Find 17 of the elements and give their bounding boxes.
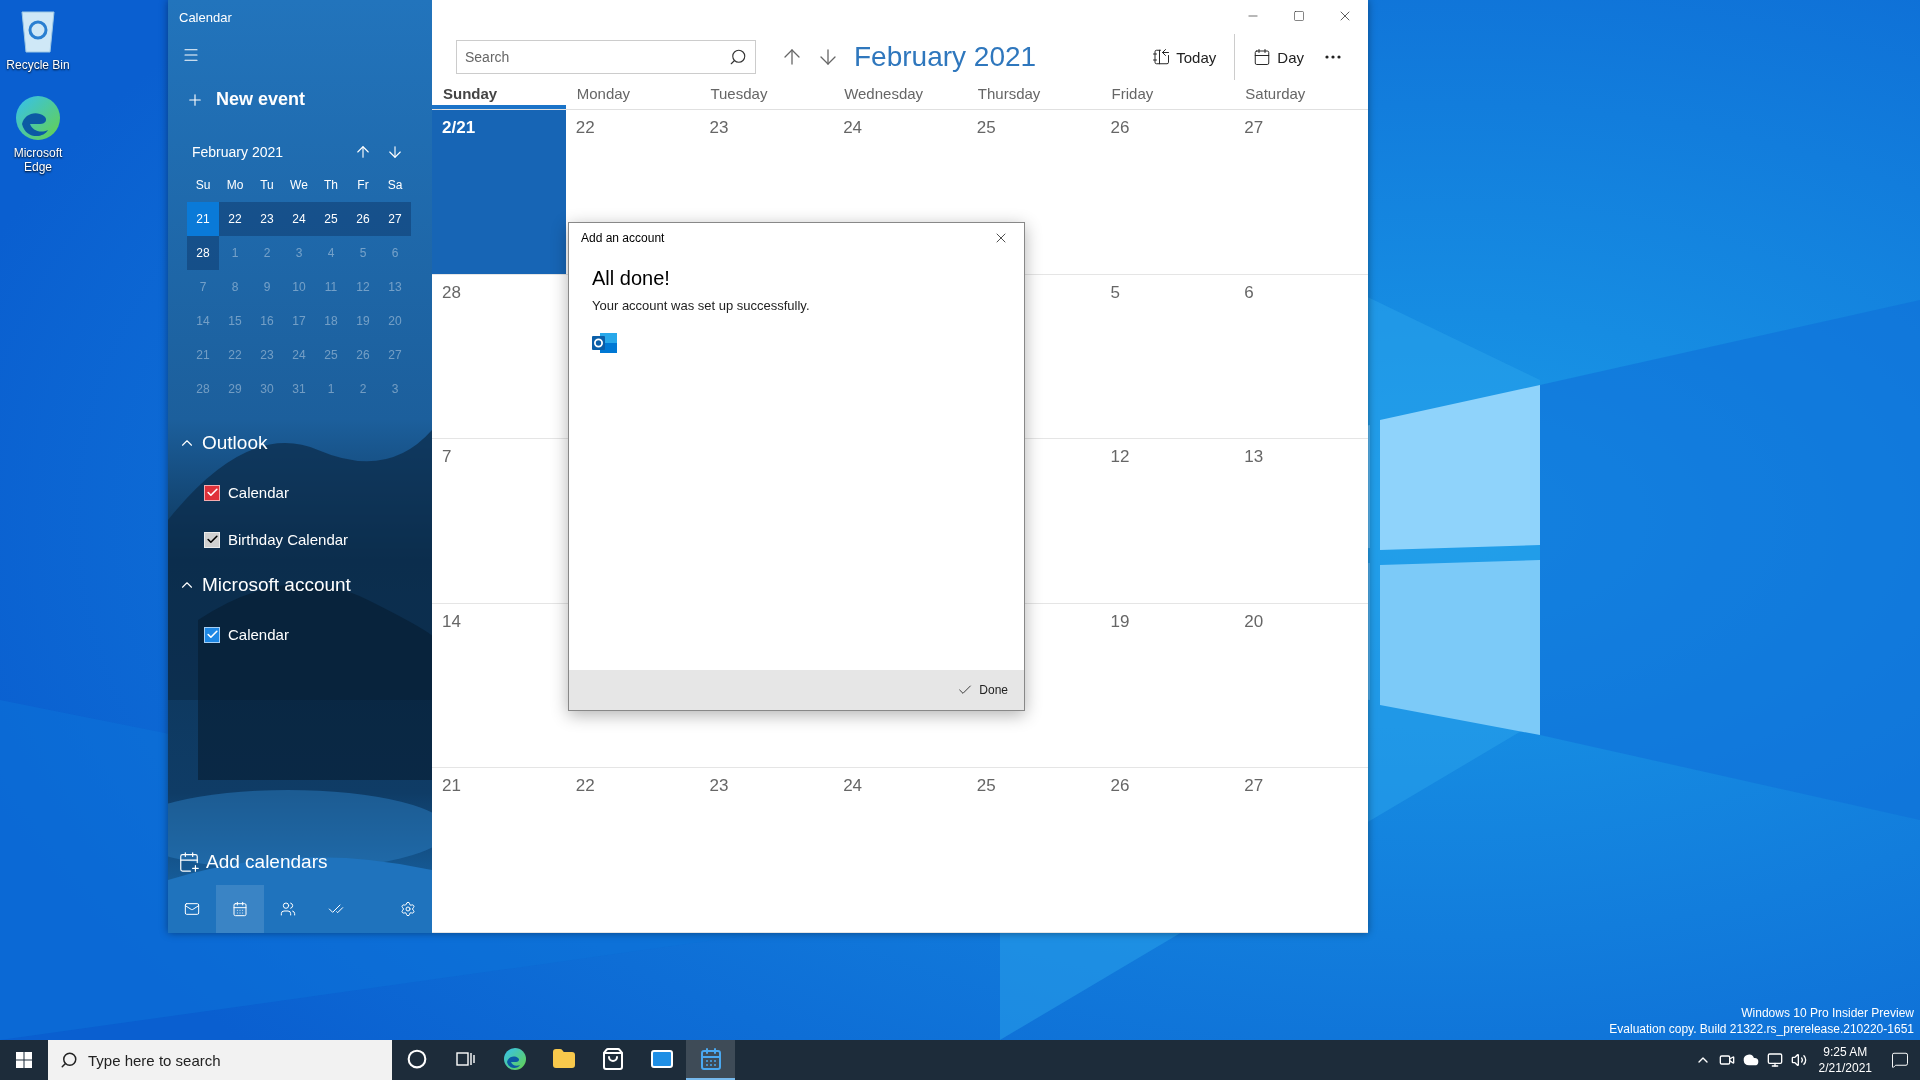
volume-icon[interactable]	[1790, 1052, 1807, 1068]
message-icon	[1891, 1051, 1909, 1069]
task-view-icon	[455, 1050, 476, 1068]
search-field[interactable]: Type here to search	[48, 1040, 392, 1080]
time-text[interactable]: 9:25 AM	[1823, 1045, 1868, 1059]
calendar-taskbar-button[interactable]	[686, 1040, 735, 1080]
cloud-icon[interactable]	[1742, 1052, 1759, 1068]
calendar-icon	[698, 1047, 723, 1071]
circle-icon	[406, 1049, 427, 1069]
edge-icon	[502, 1047, 527, 1071]
camera-icon[interactable]	[1718, 1052, 1735, 1068]
folder-icon	[551, 1047, 576, 1071]
windows-logo-icon	[16, 1052, 32, 1068]
date-text[interactable]: 2/21/2021	[1818, 1061, 1872, 1075]
shopping-bag-icon	[600, 1047, 625, 1071]
network-icon[interactable]	[1766, 1052, 1783, 1068]
search-icon	[60, 1051, 78, 1069]
